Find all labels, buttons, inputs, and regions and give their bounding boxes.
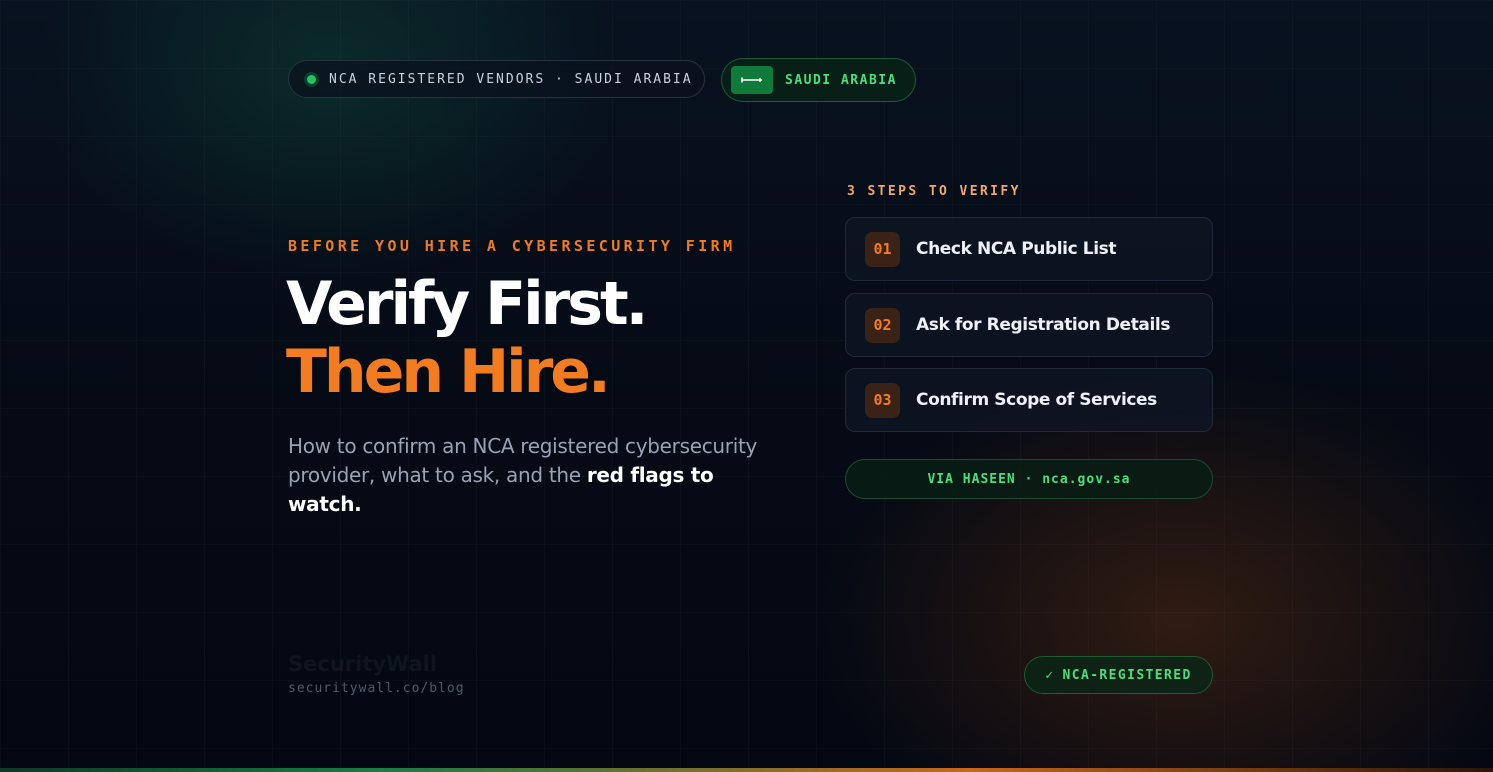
step-card: 03 Confirm Scope of Services — [845, 368, 1213, 432]
saudi-flag-icon — [731, 66, 773, 94]
subtitle: How to confirm an NCA registered cyberse… — [288, 432, 758, 519]
step-number: 03 — [865, 382, 900, 418]
page-title: Verify First. Then Hire. — [286, 269, 648, 407]
registry-pill: NCA REGISTERED VENDORS · SAUDI ARABIA — [288, 60, 705, 98]
step-card: 01 Check NCA Public List — [845, 217, 1213, 281]
step-number: 01 — [865, 231, 900, 267]
step-number: 02 — [865, 307, 900, 343]
country-pill: SAUDI ARABIA — [721, 58, 916, 102]
step-label: Confirm Scope of Services — [916, 390, 1157, 410]
background-grid — [0, 0, 1493, 772]
bottom-accent-bar — [0, 768, 1493, 772]
green-dot-icon — [307, 74, 316, 84]
country-pill-label: SAUDI ARABIA — [785, 72, 897, 88]
headline-line-2: Then Hire. — [286, 337, 611, 407]
status-badge: ✓ NCA-REGISTERED — [1024, 656, 1213, 694]
brand-url: securitywall.co/blog — [288, 681, 465, 696]
brand-logo: SecurityWall — [288, 652, 438, 676]
steps-heading: 3 STEPS TO VERIFY — [847, 184, 1021, 199]
registry-pill-label: NCA REGISTERED VENDORS · SAUDI ARABIA — [329, 71, 693, 87]
status-badge-label: NCA-REGISTERED — [1062, 667, 1192, 683]
source-pill: VIA HASEEN · nca.gov.sa — [845, 459, 1213, 499]
step-label: Ask for Registration Details — [916, 315, 1171, 335]
check-icon: ✓ — [1045, 667, 1055, 683]
headline-line-1: Verify First. — [286, 269, 648, 339]
step-card: 02 Ask for Registration Details — [845, 293, 1213, 357]
eyebrow: BEFORE YOU HIRE A CYBERSECURITY FIRM — [288, 237, 736, 255]
step-label: Check NCA Public List — [916, 239, 1117, 259]
